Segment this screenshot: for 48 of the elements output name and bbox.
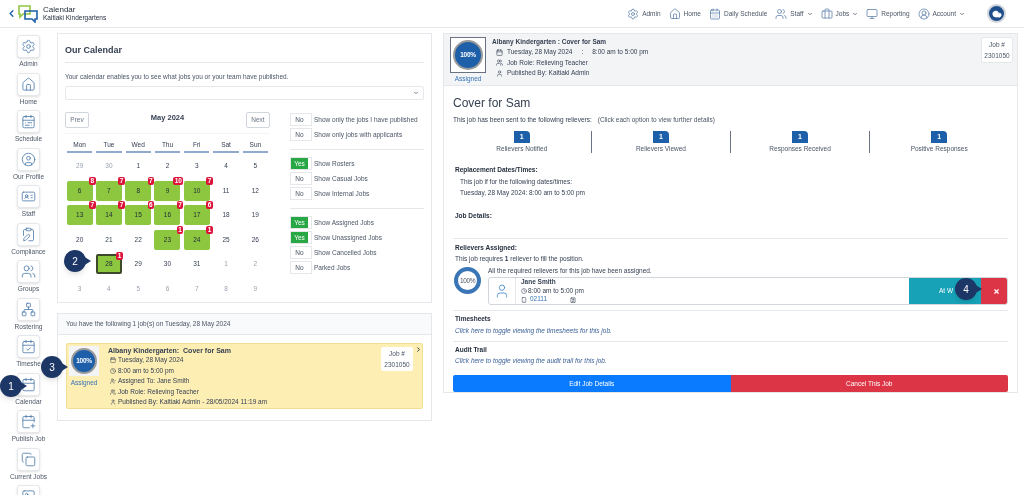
house-icon [668, 7, 681, 20]
clipboard-icon [21, 226, 36, 242]
phone-icon [521, 296, 527, 303]
clock-icon [110, 367, 116, 374]
briefcase-icon [820, 7, 833, 20]
calendar-icon [496, 48, 503, 56]
calendar-icon [21, 114, 36, 129]
user-circle-icon [917, 7, 930, 20]
monitor-icon [866, 7, 879, 20]
remove-button[interactable] [981, 278, 1007, 304]
calendar-check-icon [21, 339, 36, 354]
card-title: Our Calendar [65, 44, 424, 63]
calendar-icon [110, 357, 116, 364]
copy-icon [21, 451, 36, 467]
user-circle-icon [21, 151, 36, 167]
page-title: Calendar [43, 5, 77, 14]
calendar-plus-icon [21, 414, 36, 429]
clock-icon [521, 288, 527, 294]
caret-icon [852, 10, 859, 17]
avatar-button[interactable] [987, 4, 1006, 23]
select-field[interactable] [65, 86, 424, 101]
user-check-icon [110, 378, 116, 385]
caret-icon [806, 10, 813, 17]
chevron-down-icon [413, 90, 419, 97]
gear-icon [627, 7, 640, 20]
chevron-right-icon [415, 346, 422, 353]
gear-icon [21, 39, 36, 54]
calendar-icon [708, 7, 721, 20]
close-icon [992, 287, 1000, 295]
house-icon [21, 76, 36, 92]
people-icon [110, 388, 116, 395]
cloud-icon [991, 8, 1002, 19]
callout-tooltip: 1 [0, 375, 27, 397]
person-icon [494, 283, 510, 299]
contact-card-icon [570, 296, 577, 303]
caret-icon [959, 10, 965, 17]
user-icon [496, 69, 503, 77]
people-icon [775, 7, 788, 20]
job-card[interactable] [66, 343, 423, 409]
job-heading: Cover for Sam [453, 95, 532, 112]
logo-icon [18, 4, 38, 23]
user-icon [110, 399, 116, 406]
calendar-icon [21, 376, 36, 392]
network-icon [21, 301, 36, 317]
people-icon [496, 59, 503, 67]
callout-tooltip: 3 [41, 356, 68, 378]
id-card-icon [21, 189, 36, 204]
people-icon [21, 264, 36, 279]
